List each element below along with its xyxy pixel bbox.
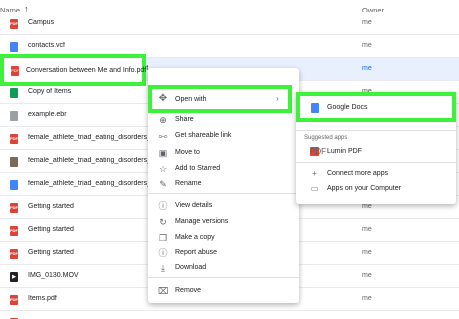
file-owner: me	[362, 249, 372, 256]
file-name: female_athlete_triad_eating_disorders_ha…	[28, 134, 163, 141]
context-menu-label: Report abuse	[175, 249, 218, 256]
info-icon: ⓘ	[158, 201, 168, 211]
file-name: Getting started	[28, 203, 74, 210]
context-menu-item[interactable]: ❐ Make a copy	[148, 230, 299, 246]
context-menu-label: Share	[175, 116, 194, 123]
connect-more-apps-item[interactable]: + Connect more apps	[296, 166, 456, 181]
context-menu-label: Make a copy	[175, 234, 215, 241]
context-menu-label: View details	[175, 202, 213, 209]
file-name: IMG_0130.MOV	[28, 272, 79, 279]
report-icon: ⓘ	[158, 248, 168, 258]
lumin-pdf-icon: PDF	[310, 147, 326, 156]
share-icon: ⊕	[159, 115, 167, 125]
lumin-pdf-label: Lumin PDF	[327, 148, 363, 155]
pdf-file-icon: PDF	[10, 19, 18, 29]
file-owner: me	[362, 19, 372, 26]
pencil-icon: ✎	[159, 179, 167, 189]
file-owner: me	[362, 226, 372, 233]
apps-on-computer-label: Apps on your Computer	[327, 185, 401, 192]
suggested-apps-label: Suggested apps	[304, 135, 348, 141]
table-row[interactable]: PDF Campus me	[0, 12, 459, 35]
context-menu-label: Remove	[175, 287, 202, 294]
img-file-icon	[10, 157, 18, 167]
file-owner: me	[362, 42, 372, 49]
context-menu-item[interactable]: ⓘ Report abuse	[148, 245, 299, 261]
laptop-icon: ▭	[310, 184, 319, 193]
file-name: female_athlete_triad_eating_disorders_ha…	[28, 157, 163, 164]
file-name: Copy of Items	[28, 88, 72, 95]
file-name: Items.pdf	[28, 295, 57, 302]
google-docs-item[interactable]: Google Docs	[296, 92, 456, 122]
open-with-label: Open with	[175, 96, 207, 103]
doc-file-icon	[10, 42, 18, 52]
submenu-divider	[296, 130, 456, 131]
context-menu-item[interactable]: ☆ Add to Starred	[148, 161, 299, 177]
google-docs-icon	[311, 103, 319, 113]
plus-icon: +	[312, 169, 317, 178]
copy-icon: ❐	[158, 233, 168, 243]
context-menu-item[interactable]: ⊕ Share	[148, 112, 299, 128]
star-icon: ☆	[158, 164, 168, 174]
file-owner: me	[362, 65, 372, 72]
connect-more-apps-label: Connect more apps	[327, 170, 389, 177]
table-row[interactable]: PDFme	[0, 311, 459, 319]
sheet-file-icon	[10, 88, 18, 98]
menu-divider	[148, 277, 299, 278]
pdf-file-icon: PDF	[10, 295, 18, 305]
pdf-file-icon: PDF	[10, 203, 18, 213]
context-menu-label: Download	[175, 264, 207, 271]
download-icon: ⤓	[161, 263, 165, 273]
file-file-icon	[10, 111, 18, 121]
file-name: Getting started	[28, 226, 74, 233]
google-docs-label: Google Docs	[327, 104, 368, 111]
context-menu-label: Manage versions	[175, 218, 229, 225]
context-menu-item[interactable]: ⤓ Download	[148, 260, 299, 276]
chevron-right-icon: ›	[276, 94, 279, 103]
context-menu-item[interactable]: ✎ Rename	[148, 176, 299, 192]
pdf-file-icon: PDF	[10, 134, 18, 144]
context-menu-label: Get shareable link	[175, 132, 232, 139]
file-owner: me	[362, 272, 372, 279]
file-name: Campus	[28, 19, 55, 26]
file-owner: me	[362, 295, 372, 302]
folder-move-icon: ▣	[158, 148, 168, 158]
context-menu-item[interactable]: ⓘ View details	[148, 198, 299, 214]
selected-file-name: Conversation between Me and Info.pdf	[26, 67, 147, 74]
pdf-file-icon: PDF	[11, 66, 19, 76]
context-menu-label: Add to Starred	[175, 165, 221, 172]
history-icon: ↻	[159, 217, 167, 227]
lumin-pdf-item[interactable]: PDF Lumin PDF	[296, 144, 456, 159]
file-name: female_athlete_triad_eating_disorders_ha…	[28, 180, 163, 187]
link-icon: ⧟	[158, 131, 168, 141]
menu-divider	[148, 193, 299, 194]
context-menu-label: Rename	[175, 180, 202, 187]
move-arrows-icon: ✥	[158, 93, 168, 104]
context-menu-item[interactable]: ⧟ Get shareable link	[148, 128, 299, 144]
submenu-divider	[296, 162, 456, 163]
selected-file-highlight[interactable]: PDF Conversation between Me and Info.pdf	[0, 54, 146, 86]
context-menu-label: Move to	[175, 149, 200, 156]
open-with-menu-item[interactable]: ✥ Open with ›	[148, 85, 292, 113]
doc-file-icon	[10, 180, 18, 190]
file-name: example.ebr	[28, 111, 67, 118]
context-menu-item[interactable]: ↻ Manage versions	[148, 214, 299, 230]
vid-file-icon	[10, 272, 18, 282]
file-owner: me	[362, 203, 372, 210]
trash-icon: ⌧	[158, 286, 169, 296]
context-menu-item[interactable]: ⌧ Remove	[148, 283, 299, 299]
context-menu-item[interactable]: ▣ Move to	[148, 145, 299, 161]
file-name: Getting started	[28, 249, 74, 256]
pdf-file-icon: PDF	[10, 226, 18, 236]
apps-on-computer-item[interactable]: ▭ Apps on your Computer	[296, 181, 456, 196]
pdf-file-icon: PDF	[10, 249, 18, 259]
file-name: contacts.vcf	[28, 42, 65, 49]
